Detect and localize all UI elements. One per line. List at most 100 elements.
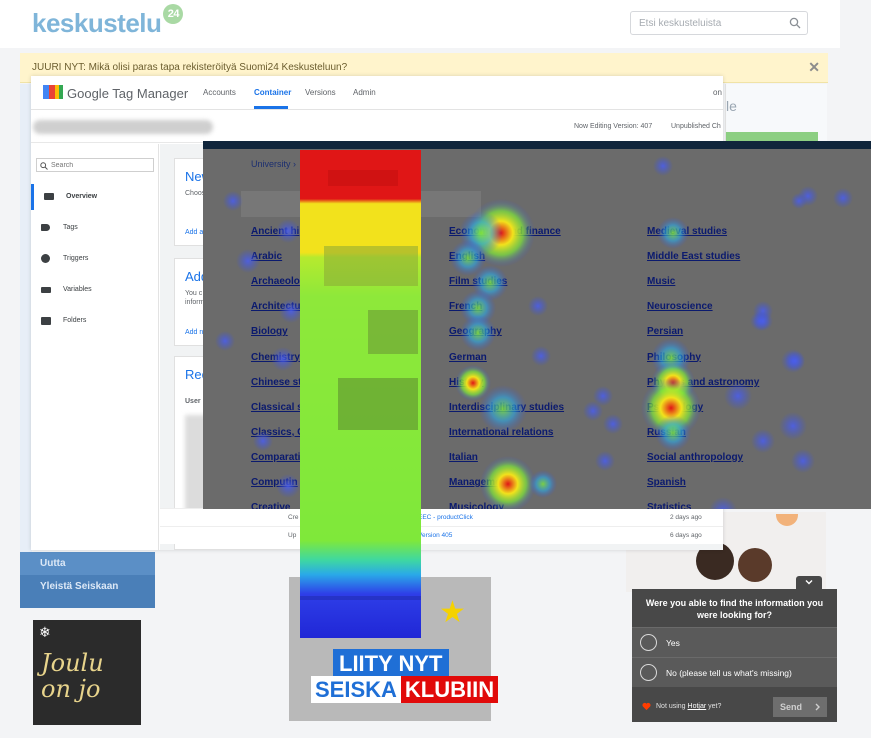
subject-link[interactable]: Classical s: [251, 402, 303, 413]
site-left-nav: Uutta Yleistä Seiskaan: [20, 552, 155, 608]
gtm-nav-container[interactable]: Container: [254, 88, 291, 97]
nav-link-yleista[interactable]: Yleistä Seiskaan: [20, 575, 155, 598]
subject-link[interactable]: Classics, C: [251, 427, 304, 438]
click-heat-blob: [709, 497, 737, 509]
click-heat-blob: [653, 156, 673, 176]
gtm-top-right-fragment: on: [713, 88, 722, 97]
subject-link[interactable]: Philosophy: [647, 352, 701, 363]
feedback-poll: Were you able to find the information yo…: [632, 589, 837, 722]
subject-link[interactable]: French: [449, 301, 482, 312]
google-logo-icon: [43, 85, 63, 99]
table-cell: 2 days ago: [670, 514, 702, 521]
ad-center-line2a: SEISKA: [311, 676, 401, 703]
subject-link[interactable]: Chinese st: [251, 377, 302, 388]
gtm-search-input[interactable]: [51, 159, 151, 171]
scroll-page-preview: [324, 246, 418, 286]
breadcrumb[interactable]: University ›: [251, 159, 296, 169]
subject-link[interactable]: Social anthropology: [647, 452, 743, 463]
subject-link[interactable]: Chemistry: [251, 352, 300, 363]
subject-link[interactable]: Italian: [449, 452, 478, 463]
subject-link[interactable]: Architectu: [251, 301, 300, 312]
variable-icon: [41, 287, 51, 293]
subject-link[interactable]: Physics and astronomy: [647, 377, 759, 388]
radio-button[interactable]: [640, 634, 657, 651]
gtm-card-sub: User: [185, 398, 201, 405]
gtm-unpublished-text[interactable]: Unpublished Ch: [671, 123, 721, 130]
subject-link[interactable]: Spanish: [647, 477, 686, 488]
side-widget: le: [725, 84, 827, 144]
subject-link[interactable]: Arabic: [251, 251, 282, 262]
ad-banner-left[interactable]: ❄ Joulu on jo: [33, 620, 141, 725]
subject-link[interactable]: German: [449, 352, 487, 363]
gtm-search: [36, 158, 154, 172]
subject-link[interactable]: Music: [647, 276, 675, 287]
click-heat-blob: [753, 311, 773, 331]
site-header: keskustelu 24: [0, 0, 840, 48]
chevron-right-icon: [815, 703, 820, 711]
send-button[interactable]: Send: [773, 697, 827, 717]
radio-button[interactable]: [640, 664, 657, 681]
gtm-sidebar-overview[interactable]: Overview: [31, 184, 159, 210]
gtm-card-link[interactable]: Add n: [185, 329, 203, 336]
table-row[interactable]: Cre EEC - productClick 2 days ago: [160, 508, 723, 526]
subject-link[interactable]: Persian: [647, 326, 683, 337]
subject-link[interactable]: International relations: [449, 427, 553, 438]
overview-icon: [44, 193, 54, 200]
table-row[interactable]: Up ersion Version 405 6 days ago: [160, 526, 723, 544]
gtm-card-link[interactable]: Add a: [185, 229, 203, 236]
search-icon[interactable]: [789, 17, 801, 29]
subject-link[interactable]: Geography: [449, 326, 502, 337]
table-cell-link[interactable]: Version 405: [418, 532, 452, 539]
subject-link[interactable]: Comparati: [251, 452, 300, 463]
ad-center-line1: LIITY NYT: [333, 649, 449, 679]
gtm-nav-accounts[interactable]: Accounts: [203, 88, 236, 97]
poll-minimize-button[interactable]: [796, 576, 822, 590]
gtm-sidebar-label: Tags: [63, 224, 78, 231]
click-heat-blob: [781, 349, 805, 373]
subject-link[interactable]: English: [449, 251, 485, 262]
subject-link[interactable]: Biology: [251, 326, 288, 337]
announcement-text[interactable]: JUURI NYT: Mikä olisi paras tapa rekiste…: [32, 62, 347, 73]
subject-link[interactable]: Film studies: [449, 276, 507, 287]
click-heat-blob: [215, 331, 235, 351]
subject-link[interactable]: Computin: [251, 477, 298, 488]
gtm-sidebar-folders[interactable]: Folders: [31, 308, 159, 334]
subject-link[interactable]: Ancient hi: [251, 226, 299, 237]
subject-link[interactable]: Middle East studies: [647, 251, 740, 262]
poll-option-yes[interactable]: Yes: [632, 627, 837, 657]
gtm-nav-versions[interactable]: Versions: [305, 88, 336, 97]
subject-link[interactable]: Statistics: [647, 502, 691, 509]
ad-decor-shape: [776, 514, 798, 526]
gtm-sidebar-label: Triggers: [63, 255, 89, 262]
gtm-sidebar-triggers[interactable]: Triggers: [31, 246, 159, 272]
site-search-input[interactable]: [631, 12, 781, 34]
poll-option-no[interactable]: No (please tell us what's missing): [632, 657, 837, 687]
subject-link[interactable]: Russian: [647, 427, 686, 438]
subject-link[interactable]: Psychology: [647, 402, 703, 413]
click-heat-blob: [791, 193, 807, 209]
chevron-down-icon: [805, 580, 813, 585]
gtm-nav-admin[interactable]: Admin: [353, 88, 376, 97]
close-icon[interactable]: ✕: [808, 59, 820, 76]
click-heat-blob: [798, 186, 818, 206]
subject-link[interactable]: Neuroscience: [647, 301, 713, 312]
subject-link[interactable]: Musicology: [449, 502, 504, 509]
click-heat-blob: [529, 470, 557, 498]
ad-left-text: Joulu on jo: [41, 649, 104, 703]
subject-link[interactable]: History: [449, 377, 483, 388]
gtm-sidebar: Overview Tags Triggers Variables Folders: [31, 144, 159, 550]
table-cell-link[interactable]: EEC - productClick: [418, 514, 473, 521]
subject-link[interactable]: Archaeolo: [251, 276, 300, 287]
subject-link[interactable]: Management: [449, 477, 510, 488]
gtm-sidebar-tags[interactable]: Tags: [31, 215, 159, 241]
subject-link[interactable]: Interdisciplinary studies: [449, 402, 564, 413]
hotjar-link[interactable]: Hotjar: [688, 703, 707, 710]
nav-link-uutta[interactable]: Uutta: [20, 552, 155, 575]
subject-link[interactable]: Creative: [251, 502, 290, 509]
gtm-sidebar-variables[interactable]: Variables: [31, 277, 159, 303]
click-heat-blob: [791, 449, 815, 473]
site-logo[interactable]: keskustelu 24: [32, 4, 184, 39]
table-cell: Cre: [288, 514, 299, 521]
subject-link[interactable]: Economics and finance: [449, 226, 561, 237]
subject-link[interactable]: Medieval studies: [647, 226, 727, 237]
